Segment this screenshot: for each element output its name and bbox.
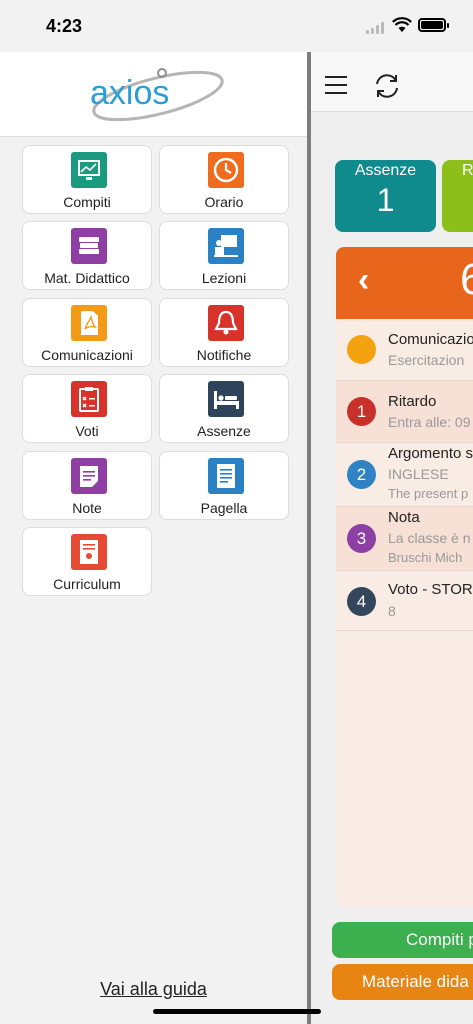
battery-icon: [418, 18, 449, 32]
summary-card-second[interactable]: R: [442, 160, 473, 232]
card-title: R: [462, 162, 473, 179]
tile-label: Curriculum: [53, 576, 121, 592]
report-card-icon: [208, 458, 244, 494]
top-toolbar: [311, 52, 473, 112]
item-subtitle: La classe è n: [388, 530, 471, 546]
main-content: Assenze 1 R ‹ 6 Comunicazio Esercitazion…: [311, 52, 473, 1024]
tile-label: Mat. Didattico: [44, 270, 130, 286]
status-time: 4:23: [46, 16, 83, 36]
logo-bar: axios: [0, 52, 307, 137]
list-item[interactable]: 4 Voto - STOR 8: [336, 571, 473, 631]
item-title: Nota: [388, 509, 420, 526]
item-number-badge: 2: [347, 460, 376, 489]
tile-assenze[interactable]: Assenze: [159, 374, 289, 443]
tile-label: Note: [72, 500, 102, 516]
status-bar: 4:23: [0, 0, 473, 52]
item-title: Comunicazio: [388, 331, 473, 348]
tile-orario[interactable]: Orario: [159, 145, 289, 214]
tile-mat-didattico[interactable]: Mat. Didattico: [22, 221, 152, 290]
tile-label: Orario: [204, 194, 244, 210]
tile-lezioni[interactable]: Lezioni: [159, 221, 289, 290]
item-title: Ritardo: [388, 393, 437, 410]
tile-label: Assenze: [197, 423, 251, 439]
item-subtitle: Esercitazion: [388, 352, 465, 368]
item-subtitle: INGLESE: [388, 466, 449, 482]
summary-card-assenze[interactable]: Assenze 1: [335, 160, 436, 232]
tile-comunicazioni[interactable]: Comunicazioni: [22, 298, 152, 367]
day-number: 6: [460, 255, 473, 304]
compiti-button[interactable]: Compiti p: [332, 922, 473, 958]
card-title: Assenze: [354, 162, 417, 179]
tile-curriculum[interactable]: Curriculum: [22, 527, 152, 596]
tile-label: Pagella: [200, 500, 248, 516]
item-number-badge: 4: [347, 587, 376, 616]
chevron-left-icon[interactable]: ‹: [358, 261, 369, 300]
chalkboard-icon: [71, 152, 107, 188]
tile-pagella[interactable]: Pagella: [159, 451, 289, 520]
certificate-icon: [71, 534, 107, 570]
item-number-badge: 1: [347, 397, 376, 426]
hamburger-menu-icon[interactable]: [325, 76, 347, 94]
list-item[interactable]: 2 Argomento s INGLESE The present p: [336, 443, 473, 507]
item-subtitle: 8: [388, 603, 396, 619]
tile-label: Voti: [75, 423, 99, 439]
axios-logo: axios: [90, 68, 224, 122]
guide-link[interactable]: Vai alla guida: [0, 979, 307, 1000]
list-item[interactable]: 1 Ritardo Entra alle: 09: [336, 381, 473, 443]
list-item[interactable]: 3 Nota La classe è n Bruschi Mich: [336, 507, 473, 571]
wifi-icon: [392, 17, 412, 32]
pdf-document-icon: [71, 305, 107, 341]
bell-icon: [208, 305, 244, 341]
bed-icon: [208, 381, 244, 417]
logo-text: axios: [90, 74, 169, 112]
day-events-panel: ‹ 6 Comunicazio Esercitazion 1 Ritardo E…: [336, 247, 473, 907]
tile-label: Notifiche: [196, 347, 252, 363]
teacher-board-icon: [208, 228, 244, 264]
tile-notifiche[interactable]: Notifiche: [159, 298, 289, 367]
sidebar-menu: axios Compiti Orario Mat. Didattico Lezi…: [0, 52, 307, 1024]
item-subtitle: Entra alle: 09: [388, 414, 471, 430]
circle-marker-icon: [347, 335, 376, 364]
list-item[interactable]: Comunicazio Esercitazion: [336, 319, 473, 381]
refresh-icon[interactable]: [371, 70, 403, 102]
item-title: Voto - STOR: [388, 581, 473, 598]
card-value: 1: [376, 182, 395, 218]
clipboard-grades-icon: [71, 381, 107, 417]
tile-label: Compiti: [63, 194, 111, 210]
home-indicator: [153, 1009, 321, 1014]
books-icon: [71, 228, 107, 264]
tile-note[interactable]: Note: [22, 451, 152, 520]
item-detail: Bruschi Mich: [388, 550, 463, 565]
item-detail: The present p: [388, 486, 469, 501]
item-title: Argomento s: [388, 445, 473, 462]
note-icon: [71, 458, 107, 494]
clock-icon: [208, 152, 244, 188]
materiale-didattico-button[interactable]: Materiale dida: [332, 964, 473, 1000]
tile-voti[interactable]: Voti: [22, 374, 152, 443]
tile-label: Comunicazioni: [41, 347, 133, 363]
cellular-signal-icon: [366, 22, 386, 34]
item-number-badge: 3: [347, 524, 376, 553]
tile-label: Lezioni: [201, 270, 247, 286]
day-header: ‹ 6: [336, 247, 473, 319]
tile-compiti[interactable]: Compiti: [22, 145, 152, 214]
